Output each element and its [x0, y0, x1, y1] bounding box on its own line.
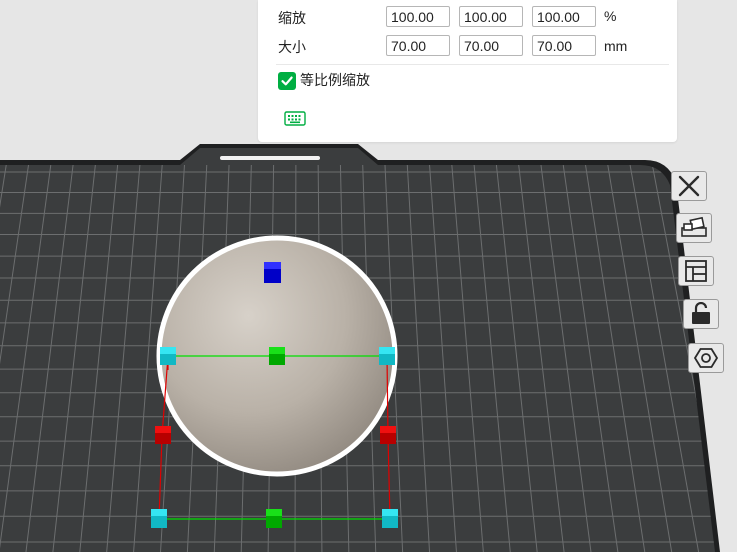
scale-panel: 缩放 % 大小 mm 等比例缩放: [258, 0, 677, 142]
lock-icon: [692, 302, 710, 324]
panel-divider: [276, 64, 669, 65]
uniform-scale-label[interactable]: 等比例缩放: [300, 71, 370, 91]
layout-button[interactable]: [678, 256, 714, 286]
checkmark-icon: [281, 76, 293, 86]
size-unit: mm: [604, 38, 628, 54]
scale-x-input[interactable]: [386, 6, 450, 27]
scale-label: 缩放: [278, 11, 306, 27]
close-button[interactable]: [671, 171, 707, 201]
arrange-icon: [681, 216, 707, 237]
plate-handle: [220, 156, 320, 160]
scale-z-input[interactable]: [532, 6, 596, 27]
scale-unit: %: [604, 8, 617, 24]
size-y-input[interactable]: [459, 35, 523, 56]
scale-y-input[interactable]: [459, 6, 523, 27]
hexagon-icon: [693, 348, 719, 368]
hexagon-button[interactable]: [688, 343, 724, 373]
lock-button[interactable]: [683, 299, 719, 329]
keyboard-icon[interactable]: [284, 111, 306, 126]
arrange-button[interactable]: [676, 213, 712, 243]
size-z-input[interactable]: [532, 35, 596, 56]
uniform-scale-checkbox[interactable]: [278, 72, 296, 90]
size-label: 大小: [278, 40, 306, 56]
layout-icon: [685, 260, 707, 282]
close-icon: [678, 175, 700, 197]
size-x-input[interactable]: [386, 35, 450, 56]
